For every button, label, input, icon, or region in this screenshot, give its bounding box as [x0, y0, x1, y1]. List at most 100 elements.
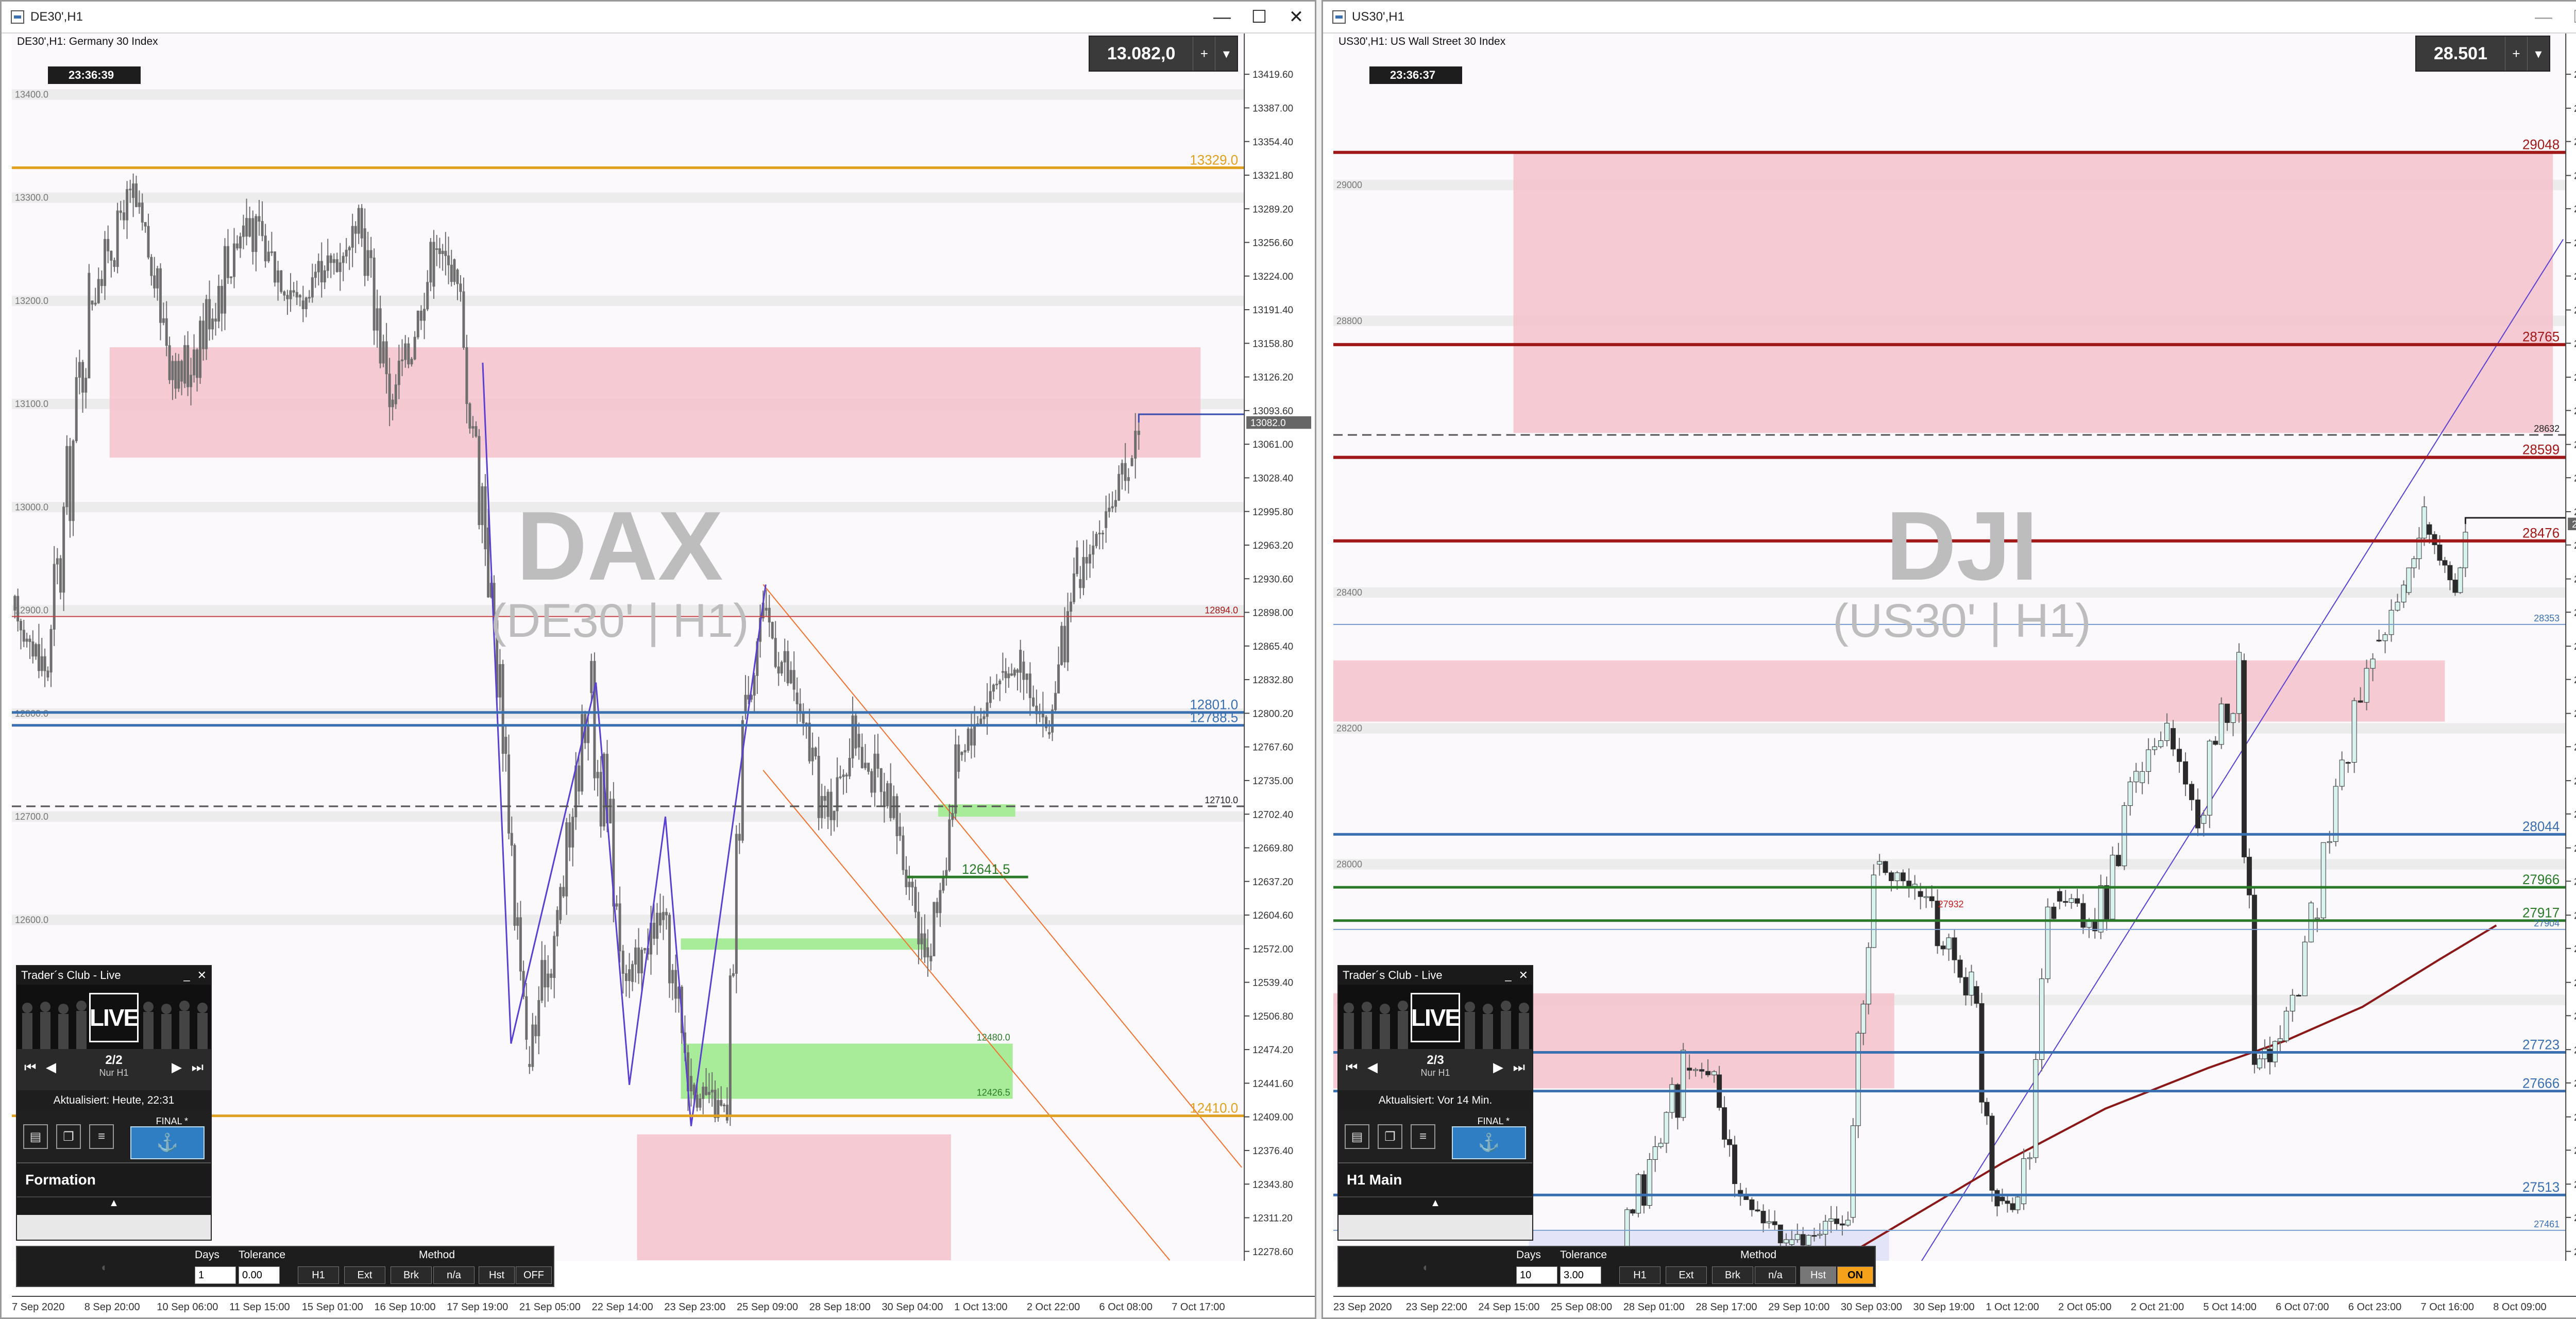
candle-body — [174, 361, 177, 389]
candle-body — [808, 722, 811, 762]
widget-header[interactable]: Trader´s Club - Live _ ✕ — [1338, 966, 1532, 985]
candle-body — [1089, 554, 1092, 564]
close-button[interactable]: ✕ — [1278, 2, 1315, 32]
fib-toolbar[interactable]: ◐ Days Tolerance Method 1 0.00 H1 Ext Br… — [16, 1246, 554, 1287]
price-tick-label: 12637.20 — [1252, 877, 1293, 888]
candle-body — [1114, 500, 1117, 507]
widget-close-button[interactable]: ✕ — [1519, 969, 1528, 982]
widget-header[interactable]: Trader´s Club - Live _ ✕ — [17, 966, 211, 985]
candle-body — [168, 345, 171, 380]
traders-club-widget[interactable]: Trader´s Club - Live _ ✕ LIVE ⏮ ◀ — [1337, 965, 1533, 1241]
candle-body — [2382, 634, 2388, 641]
prev-page-icon[interactable]: ◀ — [46, 1059, 56, 1075]
candle-body — [2122, 805, 2127, 867]
candle-body — [1658, 1143, 1664, 1147]
candle-body — [202, 320, 205, 349]
chart-window-de30[interactable]: DE30',H1 — ☐ ✕ 13400.0 13300.0 13200.0 1310… — [0, 0, 1316, 1319]
maximize-button[interactable]: ☐ — [2562, 2, 2576, 32]
last-page-icon[interactable]: ⏭ — [1513, 1059, 1525, 1076]
document-icon[interactable]: ▤ — [23, 1124, 48, 1149]
first-page-icon[interactable]: ⏮ — [24, 1059, 36, 1076]
on-off-toggle[interactable]: ON — [1837, 1266, 1873, 1284]
plus-icon[interactable]: + — [2505, 37, 2527, 71]
candle-body — [765, 607, 768, 611]
last-page-icon[interactable]: ⏭ — [192, 1059, 204, 1076]
price-tick-label: 12800.20 — [1252, 708, 1293, 719]
green-zone-small — [681, 938, 928, 950]
ship-icon[interactable]: ⚓ — [1452, 1126, 1526, 1159]
days-input[interactable]: 1 — [195, 1266, 236, 1284]
candle-body — [1940, 945, 1946, 950]
timeframe-button[interactable]: H1 — [1619, 1266, 1660, 1284]
candle-body — [338, 262, 342, 272]
candle-body — [43, 656, 46, 671]
days-input[interactable]: 10 — [1516, 1266, 1557, 1284]
windows-icon[interactable]: ❐ — [56, 1124, 81, 1149]
candle-body — [705, 1087, 708, 1095]
time-tick-label: 2 Oct 22:00 — [1026, 1301, 1080, 1313]
timeframe-button[interactable]: H1 — [298, 1266, 339, 1284]
bid-price-box[interactable]: 28.501 + ▾ — [2415, 36, 2550, 72]
widget-toolbar[interactable]: ▤ ❐ ≡ FINAL * ⚓ — [1338, 1111, 1532, 1162]
time-tick-label: 1 Oct 13:00 — [954, 1301, 1008, 1313]
database-icon[interactable]: ≡ — [89, 1124, 114, 1149]
windows-icon[interactable]: ❐ — [1378, 1124, 1402, 1149]
bid-price-box[interactable]: 13.082,0 + ▾ — [1089, 36, 1239, 72]
grid-band — [12, 502, 1245, 513]
prev-page-icon[interactable]: ◀ — [1367, 1059, 1378, 1075]
tolerance-input[interactable]: 3.00 — [1560, 1266, 1601, 1284]
minimize-button[interactable]: — — [2525, 2, 2562, 32]
next-page-icon[interactable]: ▶ — [172, 1059, 182, 1075]
chart-window-us30[interactable]: US30',H1 — ☐ ✕ 29000 28800 28400 28200 28000… — [1321, 0, 2576, 1319]
candle-body — [342, 256, 345, 263]
ext-button[interactable]: Ext — [1666, 1266, 1707, 1284]
price-tick-label: 28668.00 — [2574, 406, 2576, 417]
widget-pager[interactable]: ⏮ ◀ 2/2 Nur H1 ▶ ⏭ — [17, 1049, 211, 1090]
candle-body — [471, 426, 474, 429]
on-off-toggle[interactable]: OFF — [516, 1266, 552, 1284]
brk-button[interactable]: Brk — [391, 1266, 432, 1284]
candle-body — [1693, 1069, 1699, 1071]
options-icon[interactable]: ▾ — [1215, 37, 1237, 71]
plus-icon[interactable]: + — [1193, 37, 1215, 71]
collapse-icon[interactable]: ▲ — [1338, 1196, 1532, 1215]
candle-body — [2039, 978, 2045, 1060]
widget-close-button[interactable]: ✕ — [197, 969, 207, 982]
collapse-icon[interactable]: ▲ — [17, 1196, 211, 1215]
price-tick-label: 12898.00 — [1252, 607, 1293, 618]
candle-body — [982, 716, 986, 719]
candle-body — [1063, 625, 1066, 663]
hst-button[interactable]: Hst — [479, 1266, 515, 1284]
candle-body — [829, 791, 833, 820]
candle-body — [16, 596, 20, 622]
widget-minimize-button[interactable]: _ — [1505, 969, 1511, 982]
next-page-icon[interactable]: ▶ — [1493, 1059, 1503, 1075]
tolerance-input[interactable]: 0.00 — [239, 1266, 280, 1284]
window-titlebar[interactable]: DE30',H1 — ☐ ✕ — [2, 2, 1315, 33]
na-button[interactable]: n/a — [433, 1266, 474, 1284]
database-icon[interactable]: ≡ — [1411, 1124, 1435, 1149]
brk-button[interactable]: Brk — [1712, 1266, 1753, 1284]
grid-band — [12, 915, 1245, 925]
ext-button[interactable]: Ext — [344, 1266, 385, 1284]
traders-club-widget[interactable]: Trader´s Club - Live _ ✕ LIVE ⏮ ◀ — [16, 965, 212, 1241]
ship-icon[interactable]: ⚓ — [130, 1126, 205, 1159]
hst-button[interactable]: Hst — [1800, 1266, 1836, 1284]
candle-body — [217, 285, 221, 322]
candle-body — [886, 783, 889, 806]
document-icon[interactable]: ▤ — [1345, 1124, 1369, 1149]
options-icon[interactable]: ▾ — [2527, 37, 2549, 71]
widget-minimize-button[interactable]: _ — [183, 969, 190, 982]
window-titlebar[interactable]: US30',H1 — ☐ ✕ — [1323, 2, 2576, 33]
na-button[interactable]: n/a — [1755, 1266, 1796, 1284]
candle-body — [510, 833, 513, 846]
first-page-icon[interactable]: ⏮ — [1346, 1059, 1358, 1076]
price-tick-label: 13354.40 — [1252, 137, 1293, 148]
minimize-button[interactable]: — — [1204, 2, 1241, 32]
widget-toolbar[interactable]: ▤ ❐ ≡ FINAL * ⚓ — [17, 1111, 211, 1162]
widget-pager[interactable]: ⏮ ◀ 2/3 Nur H1 ▶ ⏭ — [1338, 1049, 1532, 1090]
price-tick-label: 12506.80 — [1252, 1011, 1293, 1022]
price-tick-label: 12376.40 — [1252, 1146, 1293, 1157]
maximize-button[interactable]: ☐ — [1241, 2, 1278, 32]
fib-toolbar[interactable]: ◐ Days Tolerance Method 10 3.00 H1 Ext B… — [1337, 1246, 1876, 1287]
